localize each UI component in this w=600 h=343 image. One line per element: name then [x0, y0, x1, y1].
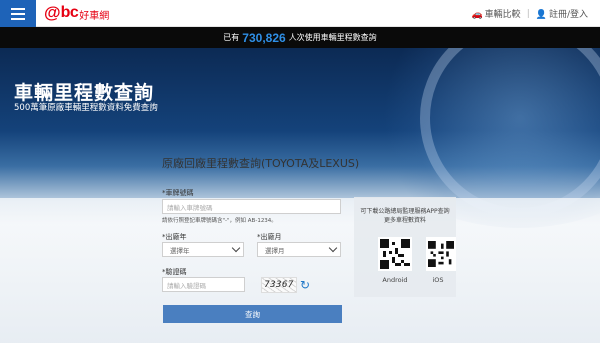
car-compare-link[interactable]: 🚗 車輛比較	[471, 7, 520, 20]
month-label: *出廠月	[257, 233, 282, 241]
year-label: *出廠年	[162, 233, 187, 241]
usage-count: 730,826	[242, 30, 286, 45]
submit-button[interactable]: 查詢	[163, 305, 342, 323]
captcha-image: 73367	[261, 277, 297, 293]
qr-code-icon	[428, 241, 454, 267]
car-compare-label: 車輛比較	[484, 10, 521, 20]
captcha-label: *驗證碼	[162, 268, 187, 276]
chevron-down-icon	[231, 243, 241, 253]
logo-chinese-text: 好車網	[79, 11, 110, 22]
form-title: 原廠回廠里程數查詢(TOYOTA及LEXUS)	[162, 157, 360, 170]
android-qr-code[interactable]	[378, 237, 412, 271]
android-label: Android	[382, 276, 408, 284]
refresh-captcha-icon[interactable]: ↻	[300, 277, 312, 293]
logo-text: bc	[60, 4, 79, 21]
login-label: 註冊/登入	[548, 10, 588, 20]
qr-code-icon	[380, 239, 410, 269]
plate-label: *車牌號碼	[162, 189, 194, 197]
ios-label: iOS	[432, 276, 444, 284]
banner-suffix: 人次使用車輛里程數查詢	[288, 33, 377, 42]
plate-number-input[interactable]: 請輸入車牌號碼	[162, 199, 341, 214]
app-download-panel: 可下載公路總局監理服務APP查詢更多車程數資料 Android iOS	[354, 197, 456, 297]
usage-counter-banner: 已有 730,826 人次使用車輛里程數查詢	[0, 27, 600, 48]
year-select[interactable]: 選擇年	[162, 242, 244, 257]
nav-right-links: 🚗 車輛比較 | 👤 註冊/登入	[471, 7, 588, 21]
month-select-value: 選擇月	[265, 246, 285, 255]
plate-hint: 請依行照登記車牌號碼含"-"，例如 AB-1234。	[162, 218, 277, 224]
ios-qr-code[interactable]	[426, 237, 456, 271]
captcha-input[interactable]: 請輸入驗證碼	[162, 277, 245, 292]
app-download-text: 可下載公路總局監理服務APP查詢更多車程數資料	[360, 208, 450, 224]
login-link[interactable]: 👤 註冊/登入	[536, 7, 588, 20]
menu-icon[interactable]	[0, 0, 36, 27]
page-subtitle: 500萬筆原廠車輛里程數資料免費查詢	[14, 103, 158, 113]
nav-separator: |	[526, 8, 530, 19]
chevron-down-icon	[328, 243, 338, 253]
top-navigation: @ bc 好車網 🚗 車輛比較 | 👤 註冊/登入	[0, 0, 600, 27]
site-logo[interactable]: @ bc 好車網	[44, 3, 109, 23]
year-select-value: 選擇年	[170, 246, 190, 255]
user-icon: 👤	[535, 10, 547, 20]
car-icon: 🚗	[471, 10, 483, 20]
banner-prefix: 已有	[223, 33, 240, 42]
logo-symbol: @	[44, 3, 61, 22]
month-select[interactable]: 選擇月	[257, 242, 341, 257]
